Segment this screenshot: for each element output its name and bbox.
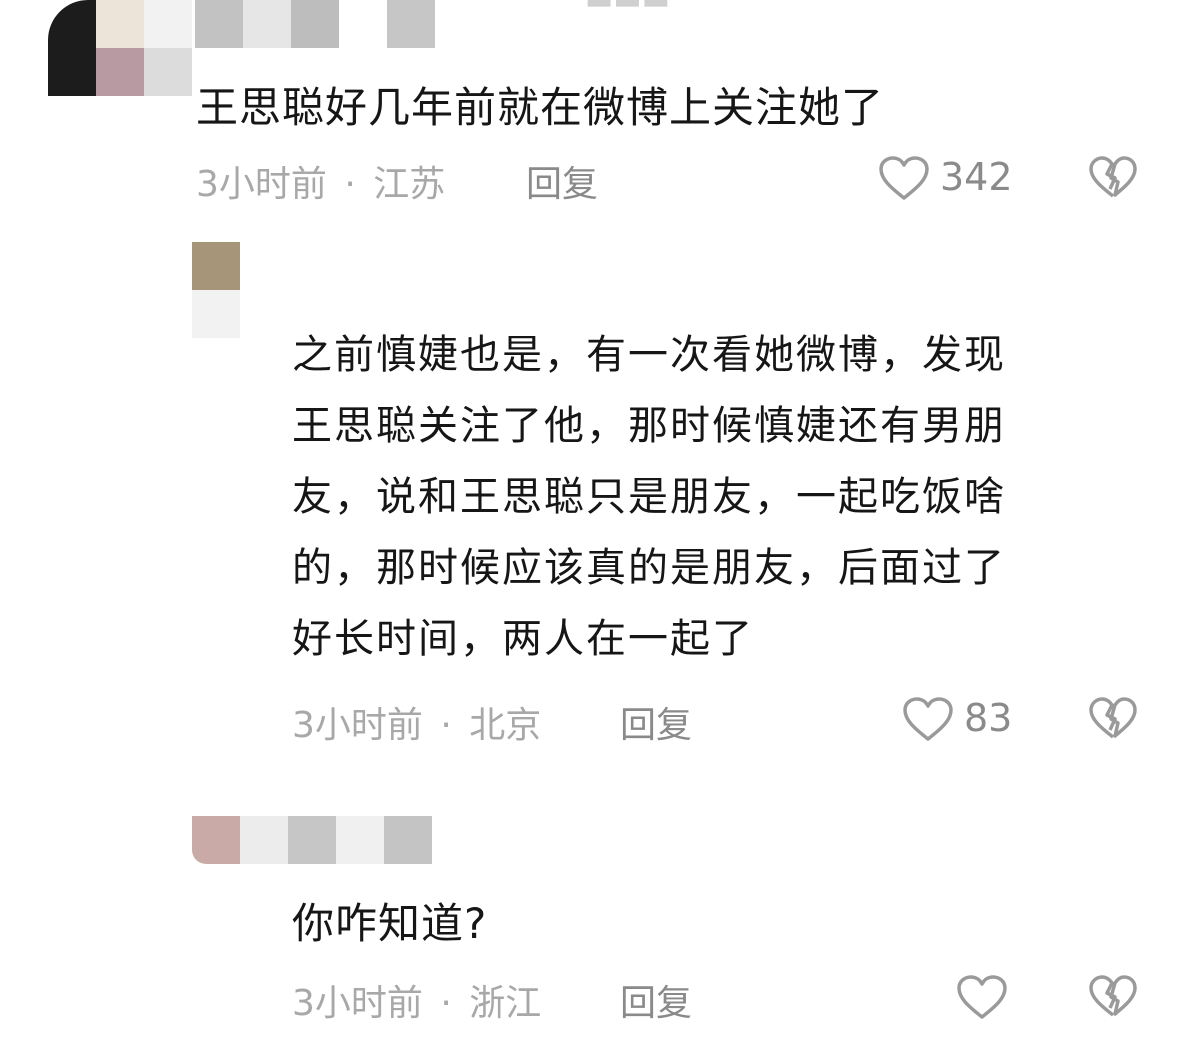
reply-text: 之前慎婕也是，有一次看她微博，发现 王思聪关注了他，那时候慎婕还有男朋 友，说和… <box>292 320 1172 675</box>
reply-avatar[interactable] <box>192 242 240 338</box>
reply-location: 北京 <box>469 705 542 746</box>
reply-text: 你咋知道? <box>292 899 488 948</box>
like-count: 342 <box>940 155 1013 199</box>
broken-heart-icon[interactable] <box>1088 156 1138 200</box>
comment-1-avatar[interactable] <box>48 0 198 96</box>
heart-icon[interactable] <box>878 156 930 202</box>
meta-separator: · <box>440 705 452 746</box>
reply-text-line: 的，那时候应该真的是朋友，后面过了 <box>292 545 1006 591</box>
broken-heart-icon[interactable] <box>1088 975 1138 1019</box>
comment-location: 江苏 <box>373 164 446 205</box>
reply-meta: 3小时前 · 浙江 <box>292 974 541 1026</box>
comment-1-username-blur[interactable] <box>195 0 435 48</box>
broken-heart-icon[interactable] <box>1088 697 1138 741</box>
reply-button[interactable]: 回复 <box>620 974 692 1026</box>
reply-button[interactable]: 回复 <box>620 696 692 748</box>
meta-separator: · <box>344 164 356 205</box>
reply-text-line: 友，说和王思聪只是朋友，一起吃饭啥 <box>292 474 1006 520</box>
reply-2-avatar-username-blur[interactable] <box>192 816 432 864</box>
reply-time: 3小时前 <box>292 705 423 746</box>
like-count: 83 <box>964 696 1013 740</box>
reply-location: 浙江 <box>469 983 542 1024</box>
reply-text-line: 王思聪关注了他，那时候慎婕还有男朋 <box>292 403 1006 449</box>
reply-button[interactable]: 回复 <box>526 155 598 207</box>
username-partial: ▬▬▬ <box>585 0 670 17</box>
comment-time: 3小时前 <box>196 164 327 205</box>
reply-time: 3小时前 <box>292 983 423 1024</box>
comment-text: 王思聪好几年前就在微博上关注她了 <box>196 83 885 132</box>
heart-icon[interactable] <box>902 697 954 743</box>
heart-icon[interactable] <box>956 975 1008 1021</box>
reply-text-line: 之前慎婕也是，有一次看她微博，发现 <box>292 332 1006 378</box>
reply-meta: 3小时前 · 北京 <box>292 696 541 748</box>
reply-text-line: 好长时间，两人在一起了 <box>292 616 754 662</box>
comment-meta: 3小时前 · 江苏 <box>196 155 445 207</box>
meta-separator: · <box>440 983 452 1024</box>
